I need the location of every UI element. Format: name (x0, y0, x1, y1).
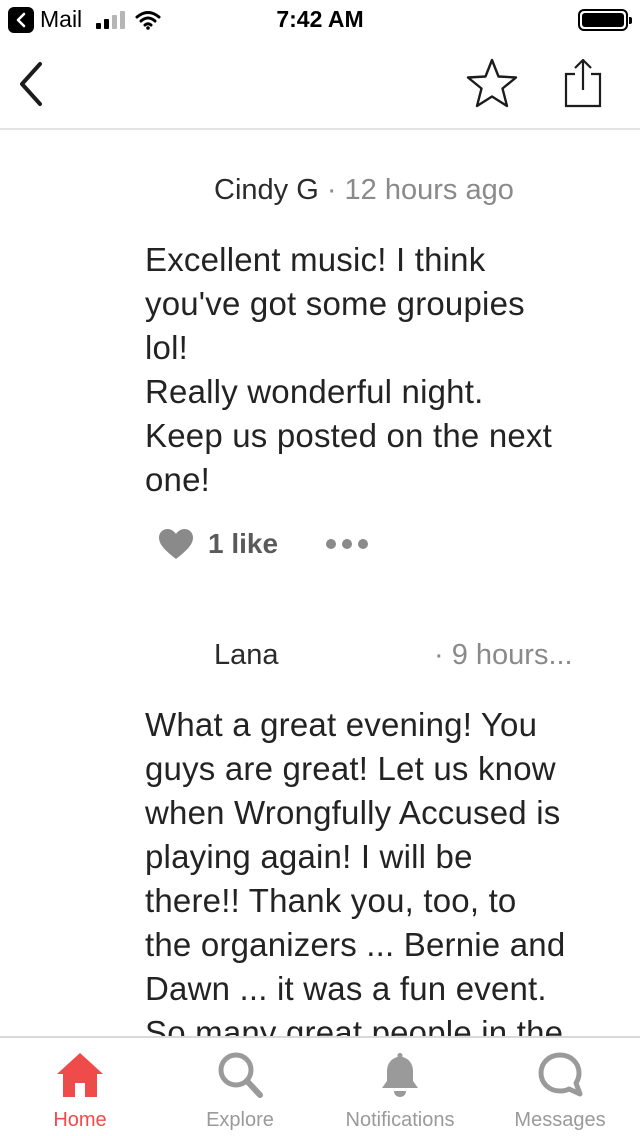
home-icon (57, 1053, 103, 1097)
comment-header: Lana · 9 hours... (214, 639, 614, 679)
search-icon (218, 1052, 263, 1098)
share-button[interactable] (560, 56, 606, 110)
comment-body: Excellent music! I think you've got some… (145, 241, 553, 498)
favorite-button[interactable] (464, 56, 520, 112)
bell-icon (382, 1053, 418, 1097)
tab-explore[interactable]: Explore (160, 1038, 320, 1136)
status-bar: Mail 7:42 AM (0, 0, 640, 40)
tab-label: Home (53, 1109, 107, 1131)
more-dot (342, 539, 353, 549)
tab-label: Explore (206, 1109, 274, 1131)
tab-label: Messages (514, 1109, 606, 1131)
nav-bar (0, 40, 640, 130)
tab-home[interactable]: Home (0, 1038, 160, 1136)
chat-bubble-icon (538, 1052, 583, 1097)
more-dot (326, 539, 337, 549)
chevron-left-icon (20, 62, 42, 106)
back-button[interactable] (14, 60, 50, 108)
more-dot (358, 539, 369, 549)
comment-header: Cindy G · 12 hours ago (214, 174, 614, 214)
star-outline-icon (466, 58, 518, 108)
tab-label: Notifications (345, 1109, 455, 1131)
comment-body: What a great evening! You guys are great… (145, 706, 566, 1036)
heart-icon[interactable] (158, 528, 194, 560)
status-time: 7:42 AM (276, 6, 364, 32)
comment-actions: 1 like (158, 528, 369, 560)
tab-messages[interactable]: Messages (480, 1038, 640, 1136)
comment-author[interactable]: Cindy G (214, 174, 319, 206)
like-count[interactable]: 1 like (208, 528, 278, 560)
tab-bar: Home Explore Notifications Messages (0, 1036, 640, 1136)
share-icon (564, 58, 602, 108)
tab-notifications[interactable]: Notifications (320, 1038, 480, 1136)
comment-timestamp: · 9 hours... (434, 639, 573, 671)
battery-icon (578, 9, 632, 31)
comment-timestamp: · 12 hours ago (318, 174, 514, 206)
comment-author[interactable]: Lana (214, 639, 279, 671)
more-options-button[interactable] (326, 539, 369, 549)
comments-list[interactable]: Cindy G · 12 hours ago Excellent music! … (0, 132, 640, 1036)
